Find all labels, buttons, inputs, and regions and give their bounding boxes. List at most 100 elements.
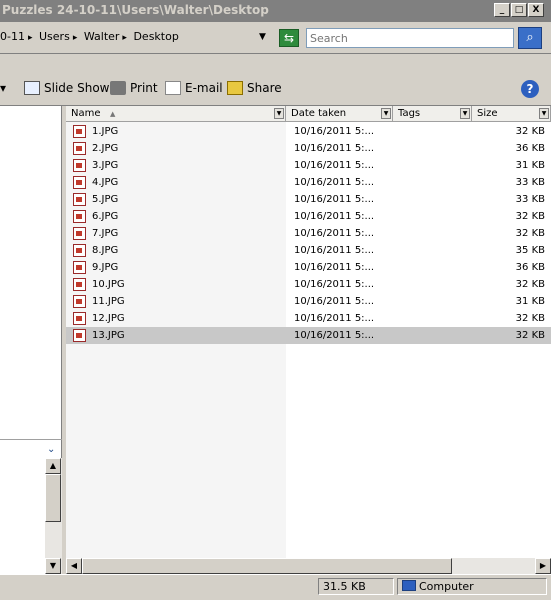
breadcrumb-item[interactable]: Walter: [84, 30, 120, 43]
column-dropdown-icon[interactable]: ▼: [381, 108, 391, 119]
column-dropdown-icon[interactable]: ▼: [274, 108, 284, 119]
refresh-button[interactable]: ⇆: [279, 29, 299, 47]
file-size: 35 KB: [515, 245, 545, 256]
file-name: 7.JPG: [92, 228, 119, 239]
scroll-thumb[interactable]: [82, 558, 452, 574]
breadcrumb-item[interactable]: Users: [39, 30, 70, 43]
table-row[interactable]: 2.JPG 10/16/2011 5:... 36 KB: [66, 140, 551, 157]
column-headers: Name ▲ ▼ Date taken ▼ Tags ▼ Size ▼: [66, 106, 551, 122]
file-rows: 1.JPG 10/16/2011 5:... 32 KB 2.JPG 10/16/20…: [66, 123, 551, 344]
sort-ascending-icon: ▲: [110, 110, 116, 118]
maximize-button[interactable]: □: [511, 3, 527, 17]
table-row[interactable]: 9.JPG 10/16/2011 5:... 36 KB: [66, 259, 551, 276]
table-row[interactable]: 10.JPG 10/16/2011 5:... 32 KB: [66, 276, 551, 293]
close-button[interactable]: X: [528, 3, 544, 17]
printer-icon: [110, 81, 126, 95]
table-row[interactable]: 11.JPG 10/16/2011 5:... 31 KB: [66, 293, 551, 310]
breadcrumb-item[interactable]: 0-11: [0, 30, 25, 43]
computer-icon: [402, 580, 416, 591]
window-title: Puzzles 24-10-11\Users\Walter\Desktop: [2, 3, 269, 17]
column-dropdown-icon[interactable]: ▼: [539, 108, 549, 119]
title-bar: Puzzles 24-10-11\Users\Walter\Desktop _ …: [0, 0, 551, 22]
file-size: 33 KB: [515, 177, 545, 188]
breadcrumb[interactable]: 0-11 ▸ Users ▸ Walter ▸ Desktop: [0, 30, 182, 46]
column-name-label: Name: [71, 108, 101, 119]
table-row[interactable]: 1.JPG 10/16/2011 5:... 32 KB: [66, 123, 551, 140]
navigation-pane: ⌄ ▲ ▼: [0, 106, 62, 574]
image-file-icon: [73, 210, 86, 223]
breadcrumb-separator[interactable]: ▸: [122, 33, 127, 43]
address-dropdown-icon[interactable]: ▼: [259, 32, 266, 42]
table-row[interactable]: 6.JPG 10/16/2011 5:... 32 KB: [66, 208, 551, 225]
organize-dropdown-icon[interactable]: ▾: [0, 81, 6, 95]
status-size: 31.5 KB: [318, 578, 394, 595]
file-date: 10/16/2011 5:...: [294, 228, 375, 239]
image-file-icon: [73, 193, 86, 206]
email-label: E-mail: [185, 81, 223, 95]
table-row[interactable]: 5.JPG 10/16/2011 5:... 33 KB: [66, 191, 551, 208]
status-size-text: 31.5 KB: [323, 580, 366, 593]
file-name: 12.JPG: [92, 313, 125, 324]
image-file-icon: [73, 244, 86, 257]
share-icon: [227, 81, 243, 95]
menu-strip: [0, 55, 551, 72]
scroll-thumb[interactable]: [45, 474, 61, 522]
file-date: 10/16/2011 5:...: [294, 262, 375, 273]
print-button[interactable]: Print: [110, 81, 158, 95]
horizontal-scrollbar[interactable]: ◀ ▶: [66, 558, 551, 574]
breadcrumb-separator[interactable]: ▸: [28, 33, 33, 43]
file-name: 4.JPG: [92, 177, 119, 188]
file-size: 31 KB: [515, 160, 545, 171]
email-icon: [165, 81, 181, 95]
file-date: 10/16/2011 5:...: [294, 313, 375, 324]
status-location-text: Computer: [419, 580, 474, 593]
file-size: 32 KB: [515, 228, 545, 239]
file-name: 10.JPG: [92, 279, 125, 290]
search-input[interactable]: [306, 28, 514, 48]
minimize-button[interactable]: _: [494, 3, 510, 17]
file-name: 5.JPG: [92, 194, 119, 205]
slideshow-button[interactable]: Slide Show: [24, 81, 109, 95]
column-header-name[interactable]: Name ▲ ▼: [66, 106, 286, 122]
file-date: 10/16/2011 5:...: [294, 160, 375, 171]
breadcrumb-separator[interactable]: ▸: [73, 33, 78, 43]
nav-scrollbar[interactable]: ▲ ▼: [45, 458, 62, 574]
slideshow-label: Slide Show: [44, 81, 110, 95]
table-row-selected[interactable]: 13.JPG 10/16/2011 5:... 32 KB: [66, 327, 551, 344]
table-row[interactable]: 4.JPG 10/16/2011 5:... 33 KB: [66, 174, 551, 191]
breadcrumb-item[interactable]: Desktop: [133, 30, 178, 43]
table-row[interactable]: 8.JPG 10/16/2011 5:... 35 KB: [66, 242, 551, 259]
image-file-icon: [73, 125, 86, 138]
help-button[interactable]: ?: [521, 80, 539, 98]
file-date: 10/16/2011 5:...: [294, 143, 375, 154]
scroll-right-button[interactable]: ▶: [535, 558, 551, 574]
column-header-size[interactable]: Size ▼: [472, 106, 551, 122]
image-file-icon: [73, 176, 86, 189]
column-header-date[interactable]: Date taken ▼: [286, 106, 393, 122]
chevron-down-icon[interactable]: ⌄: [47, 444, 55, 455]
email-button[interactable]: E-mail: [165, 81, 223, 95]
scroll-up-button[interactable]: ▲: [45, 458, 61, 474]
image-file-icon: [73, 159, 86, 172]
search-button[interactable]: ⌕: [518, 27, 542, 49]
table-row[interactable]: 12.JPG 10/16/2011 5:... 32 KB: [66, 310, 551, 327]
file-date: 10/16/2011 5:...: [294, 296, 375, 307]
slideshow-icon: [24, 81, 40, 95]
file-size: 32 KB: [515, 279, 545, 290]
image-file-icon: [73, 329, 86, 342]
file-list: Name ▲ ▼ Date taken ▼ Tags ▼ Size ▼ 1.JP…: [66, 106, 551, 574]
share-label: Share: [247, 81, 282, 95]
table-row[interactable]: 7.JPG 10/16/2011 5:... 32 KB: [66, 225, 551, 242]
image-file-icon: [73, 295, 86, 308]
scroll-down-button[interactable]: ▼: [45, 558, 61, 574]
image-file-icon: [73, 312, 86, 325]
column-header-tags[interactable]: Tags ▼: [393, 106, 472, 122]
image-file-icon: [73, 142, 86, 155]
table-row[interactable]: 3.JPG 10/16/2011 5:... 31 KB: [66, 157, 551, 174]
scroll-left-button[interactable]: ◀: [66, 558, 82, 574]
share-button[interactable]: Share: [227, 81, 282, 95]
column-dropdown-icon[interactable]: ▼: [460, 108, 470, 119]
file-size: 32 KB: [515, 211, 545, 222]
file-name: 11.JPG: [92, 296, 125, 307]
file-name: 9.JPG: [92, 262, 119, 273]
